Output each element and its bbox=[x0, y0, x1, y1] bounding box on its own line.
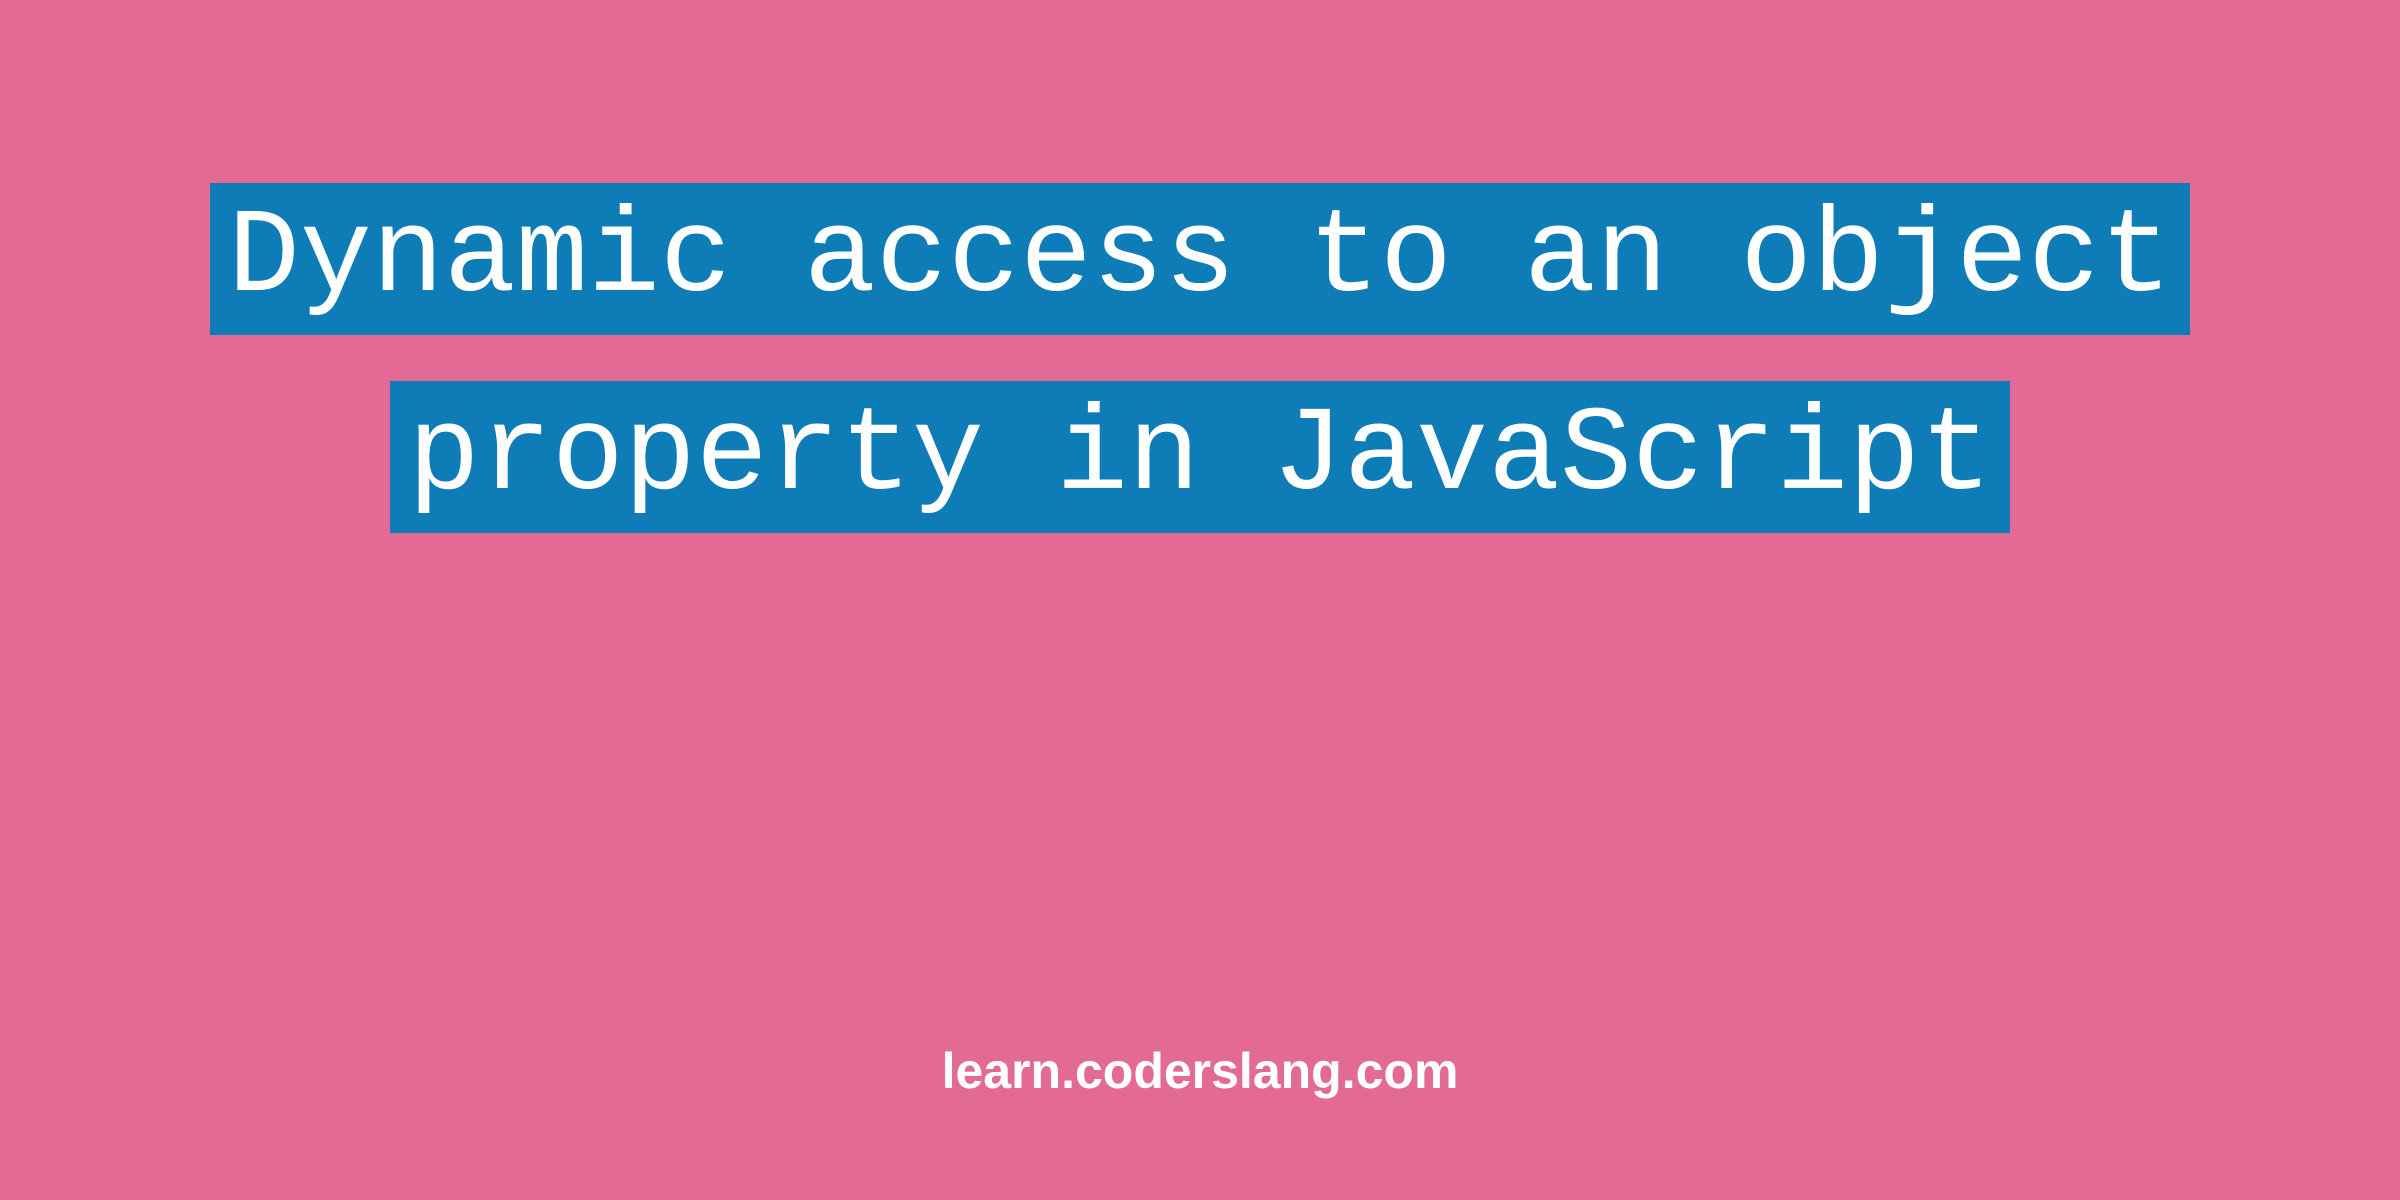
title-container: Dynamic access to an object property in … bbox=[150, 160, 2250, 556]
footer-url: learn.coderslang.com bbox=[942, 1042, 1459, 1100]
page-title: Dynamic access to an object property in … bbox=[210, 183, 2190, 533]
